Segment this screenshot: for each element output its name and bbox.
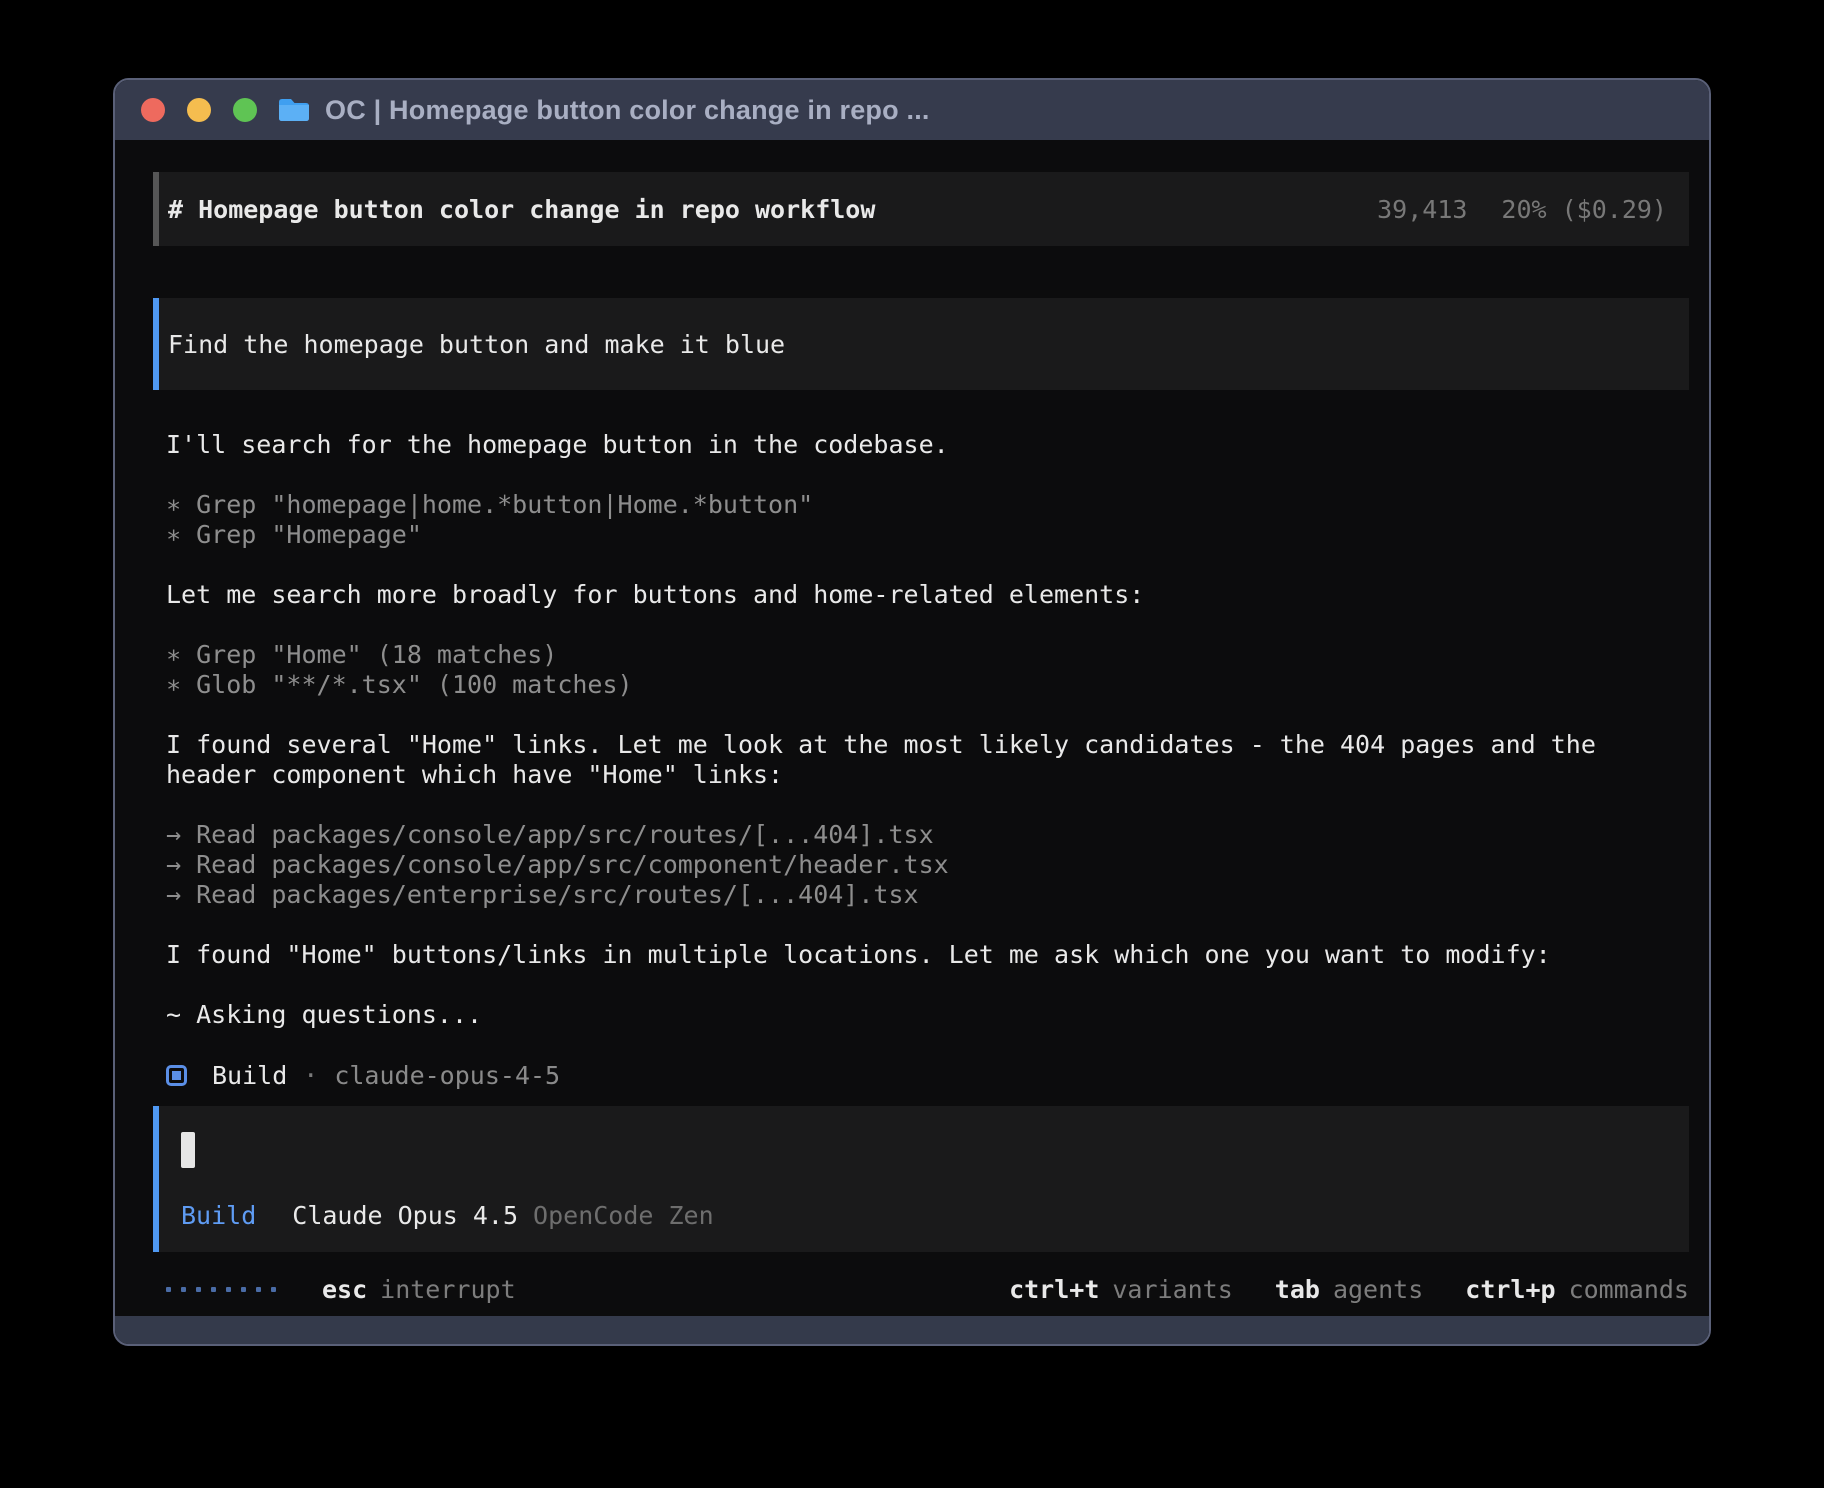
keyboard-hint: ctrl+t variants <box>1009 1275 1233 1304</box>
working-spinner <box>166 1287 276 1292</box>
terminal-window: OC | Homepage button color change in rep… <box>113 78 1711 1346</box>
input-model-label[interactable]: Claude Opus 4.5 <box>292 1201 518 1230</box>
input-agent-label[interactable]: Build <box>181 1201 256 1230</box>
esc-key-hint: esc <box>322 1275 367 1304</box>
spinner-dot <box>166 1287 171 1292</box>
folder-icon <box>277 96 311 124</box>
minimize-button[interactable] <box>187 98 211 122</box>
hint-key: ctrl+t <box>1009 1275 1099 1304</box>
assistant-text-line: I found several "Home" links. Let me loo… <box>166 730 1629 790</box>
conversation-block: I found several "Home" links. Let me loo… <box>166 730 1629 790</box>
conversation-block: ~ Asking questions... <box>166 1000 1629 1030</box>
token-count: 39,413 <box>1377 195 1467 224</box>
desktop: OC | Homepage button color change in rep… <box>0 0 1824 1488</box>
tool-call-line: ∗ Grep "Homepage" <box>166 520 1629 550</box>
input-model-row: Build Claude Opus 4.5 OpenCode Zen <box>181 1201 1669 1230</box>
hint-key: tab <box>1275 1275 1320 1304</box>
spinner-dot <box>271 1287 276 1292</box>
assistant-text-line: ~ Asking questions... <box>166 1000 1629 1030</box>
tool-call-line: → Read packages/enterprise/src/routes/[.… <box>166 880 1629 910</box>
status-bar-hints: ctrl+t variants tab agents ctrl+p commands <box>1009 1275 1689 1304</box>
text-cursor <box>181 1132 195 1168</box>
hint-label: commands <box>1569 1275 1689 1304</box>
spinner-dot <box>226 1287 231 1292</box>
window-title: OC | Homepage button color change in rep… <box>325 95 930 126</box>
window-bottom-bar <box>115 1316 1709 1344</box>
interrupt-label: interrupt <box>380 1275 515 1304</box>
window-title-group: OC | Homepage button color change in rep… <box>277 80 930 140</box>
terminal-content: # Homepage button color change in repo w… <box>115 140 1709 1316</box>
conversation-block: I found "Home" buttons/links in multiple… <box>166 940 1629 970</box>
assistant-text-line: I found "Home" buttons/links in multiple… <box>166 940 1629 970</box>
conversation-block: I'll search for the homepage button in t… <box>166 430 1629 460</box>
tool-call-line: ∗ Glob "**/*.tsx" (100 matches) <box>166 670 1629 700</box>
status-bar: esc interrupt ctrl+tvariantstabagentsctr… <box>153 1274 1689 1304</box>
keyboard-hint: tab agents <box>1275 1275 1423 1304</box>
tool-call-line: ∗ Grep "Home" (18 matches) <box>166 640 1629 670</box>
agent-status-line: Build · claude-opus-4-5 <box>153 1060 1689 1090</box>
conversation-block: ∗ Grep "Home" (18 matches)∗ Glob "**/*.t… <box>166 640 1629 700</box>
hint-key: ctrl+p <box>1465 1275 1555 1304</box>
agent-model: claude-opus-4-5 <box>334 1061 560 1090</box>
hint-label: agents <box>1333 1275 1423 1304</box>
prompt-input[interactable]: Build Claude Opus 4.5 OpenCode Zen <box>153 1106 1689 1252</box>
spinner-dot <box>196 1287 201 1292</box>
assistant-text-line: Let me search more broadly for buttons a… <box>166 580 1629 610</box>
agent-name: Build <box>212 1061 287 1090</box>
window-titlebar[interactable]: OC | Homepage button color change in rep… <box>115 80 1709 140</box>
maximize-button[interactable] <box>233 98 257 122</box>
tool-call-line: → Read packages/console/app/src/routes/[… <box>166 820 1629 850</box>
hint-label: variants <box>1112 1275 1232 1304</box>
conversation-block: Let me search more broadly for buttons a… <box>166 580 1629 610</box>
user-message: Find the homepage button and make it blu… <box>153 298 1689 390</box>
assistant-text-line: I'll search for the homepage button in t… <box>166 430 1629 460</box>
tool-call-line: ∗ Grep "homepage|home.*button|Home.*butt… <box>166 490 1629 520</box>
conversation-log: I'll search for the homepage button in t… <box>153 430 1689 1030</box>
context-usage-cost: 20% ($0.29) <box>1501 195 1667 224</box>
tool-call-line: → Read packages/console/app/src/componen… <box>166 850 1629 880</box>
close-button[interactable] <box>141 98 165 122</box>
session-header: # Homepage button color change in repo w… <box>153 172 1689 246</box>
session-stats: 39,413 20% ($0.29) <box>1377 195 1667 224</box>
status-bar-left: esc interrupt <box>166 1275 516 1304</box>
build-agent-icon <box>166 1065 187 1086</box>
conversation-block: ∗ Grep "homepage|home.*button|Home.*butt… <box>166 490 1629 550</box>
spinner-dot <box>241 1287 246 1292</box>
spinner-dot <box>256 1287 261 1292</box>
user-message-text: Find the homepage button and make it blu… <box>168 330 785 359</box>
spinner-dot <box>181 1287 186 1292</box>
input-provider-label: OpenCode Zen <box>533 1201 714 1230</box>
traffic-lights <box>141 80 257 140</box>
conversation-block: → Read packages/console/app/src/routes/[… <box>166 820 1629 910</box>
session-title: # Homepage button color change in repo w… <box>168 195 875 224</box>
spinner-dot <box>211 1287 216 1292</box>
agent-separator: · <box>303 1061 318 1090</box>
keyboard-hint: ctrl+p commands <box>1465 1275 1689 1304</box>
